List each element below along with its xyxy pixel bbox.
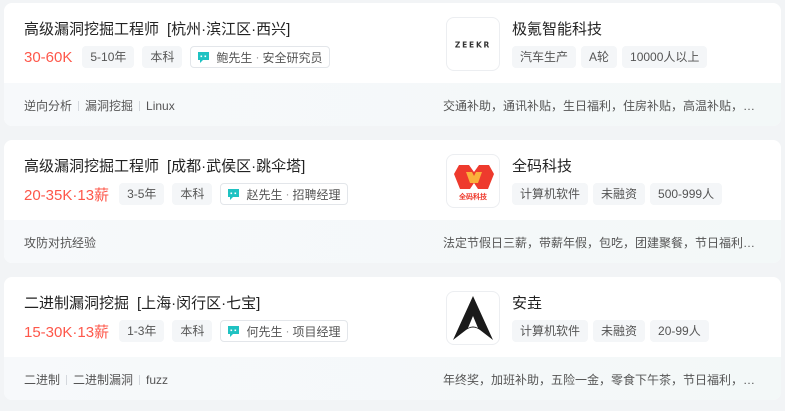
experience-tag: 3-5年 xyxy=(119,183,165,205)
job-area: [上海·闵行区·七宝] xyxy=(137,295,261,312)
boss-separator: · xyxy=(255,50,260,64)
experience-tag: 1-3年 xyxy=(119,320,165,342)
skill-tag: fuzz xyxy=(146,373,169,387)
boss-info[interactable]: 赵先生 · 招聘经理 xyxy=(220,183,349,205)
salary: 15-30K·13薪 xyxy=(24,323,110,341)
job-card-header: 二进制漏洞挖掘 [上海·闵行区·七宝] 15-30K·13薪 1-3年 本科 何先… xyxy=(4,277,781,357)
job-card-footer: 逆向分析 漏洞挖掘 Linux 交通补助，通讯补贴，生日福利，住房补贴，高温补贴，五… xyxy=(4,83,781,126)
degree-tag: 本科 xyxy=(142,46,183,68)
company-industry-tag: 汽车生产 xyxy=(512,46,577,68)
job-card-header: 高级漏洞挖掘工程师 [成都·武侯区·跳伞塔] 20-35K·13薪 3-5年 本科… xyxy=(4,140,781,220)
job-card[interactable]: 高级漏洞挖掘工程师 [杭州·滨江区·西兴] 30-60K 5-10年 本科 鲍先生… xyxy=(4,3,781,126)
skill-tag: 二进制 xyxy=(24,373,61,387)
skill-tag: Linux xyxy=(146,99,175,113)
svg-text:全码科技: 全码科技 xyxy=(458,192,488,201)
company-name[interactable]: 安垚 xyxy=(512,292,542,313)
welfare-text: 法定节假日三薪，带薪年假，包吃，团建聚餐，节日福利，定期体检 xyxy=(443,236,765,250)
company-logo[interactable]: ZEEKR xyxy=(446,17,500,71)
job-title[interactable]: 二进制漏洞挖掘 xyxy=(24,295,129,312)
job-title-row[interactable]: 高级漏洞挖掘工程师 [成都·武侯区·跳伞塔] xyxy=(24,155,305,176)
boss-name: 赵先生 xyxy=(246,187,283,202)
company-name[interactable]: 全码科技 xyxy=(512,155,572,176)
divider xyxy=(139,375,141,385)
degree-tag: 本科 xyxy=(172,183,213,205)
skill-tags: 二进制 二进制漏洞 fuzz xyxy=(24,371,168,388)
company-logo[interactable] xyxy=(446,291,500,345)
boss-name: 鲍先生 xyxy=(216,50,253,65)
job-info-row: 30-60K 5-10年 本科 鲍先生 · 安全研究员 xyxy=(24,46,331,68)
company-size-tag: 10000人以上 xyxy=(622,46,708,68)
job-info-row: 20-35K·13薪 3-5年 本科 赵先生 · 招聘经理 xyxy=(24,183,349,205)
job-card[interactable]: 二进制漏洞挖掘 [上海·闵行区·七宝] 15-30K·13薪 1-3年 本科 何先… xyxy=(4,277,781,400)
company-logo[interactable]: 全码科技 xyxy=(446,154,500,208)
job-card-footer: 二进制 二进制漏洞 fuzz 年终奖，加班补助，五险一金，零食下午茶，节日福利，带薪… xyxy=(4,357,781,400)
boss-separator: · xyxy=(285,187,290,201)
skill-tags: 逆向分析 漏洞挖掘 Linux xyxy=(24,97,175,114)
skill-tag: 逆向分析 xyxy=(24,99,73,113)
zeekr-logo-icon: ZEEKR xyxy=(455,39,491,50)
job-area: [成都·武侯区·跳伞塔] xyxy=(167,158,306,175)
boss-title: 招聘经理 xyxy=(292,187,341,202)
job-title[interactable]: 高级漏洞挖掘工程师 xyxy=(24,158,159,175)
job-list: 高级漏洞挖掘工程师 [杭州·滨江区·西兴] 30-60K 5-10年 本科 鲍先生… xyxy=(0,0,785,411)
boss-separator: · xyxy=(285,324,290,338)
chat-bubble-icon xyxy=(228,188,240,200)
job-info-row: 15-30K·13薪 1-3年 本科 何先生 · 项目经理 xyxy=(24,320,349,342)
skill-tag: 二进制漏洞 xyxy=(73,373,134,387)
divider xyxy=(78,101,80,111)
divider xyxy=(66,375,68,385)
boss-title: 安全研究员 xyxy=(262,50,323,65)
job-title-row[interactable]: 高级漏洞挖掘工程师 [杭州·滨江区·西兴] xyxy=(24,18,290,39)
chat-bubble-icon xyxy=(198,51,210,63)
skill-tag: 攻防对抗经验 xyxy=(24,236,97,250)
divider xyxy=(139,101,141,111)
job-card-footer: 攻防对抗经验 法定节假日三薪，带薪年假，包吃，团建聚餐，节日福利，定期体检 xyxy=(4,220,781,263)
anyao-logo-icon xyxy=(453,296,493,340)
company-tags: 汽车生产 A轮 10000人以上 xyxy=(512,46,712,68)
company-tags: 计算机软件 未融资 500-999人 xyxy=(512,183,727,205)
chat-bubble-icon xyxy=(228,325,240,337)
skill-tag: 漏洞挖掘 xyxy=(85,99,134,113)
boss-title: 项目经理 xyxy=(292,324,341,339)
company-tags: 计算机软件 未融资 20-99人 xyxy=(512,320,714,342)
company-funding-tag: 未融资 xyxy=(593,183,646,205)
welfare-text: 交通补助，通讯补贴，生日福利，住房补贴，高温补贴，五险一金 xyxy=(443,99,765,113)
job-area: [杭州·滨江区·西兴] xyxy=(167,21,291,38)
company-size-tag: 20-99人 xyxy=(650,320,709,342)
boss-info[interactable]: 鲍先生 · 安全研究员 xyxy=(190,46,331,68)
company-name[interactable]: 极氪智能科技 xyxy=(512,18,602,39)
company-funding-tag: A轮 xyxy=(581,46,618,68)
job-title[interactable]: 高级漏洞挖掘工程师 xyxy=(24,21,159,38)
company-industry-tag: 计算机软件 xyxy=(512,320,589,342)
experience-tag: 5-10年 xyxy=(82,46,135,68)
boss-info[interactable]: 何先生 · 项目经理 xyxy=(220,320,349,342)
quanma-logo-icon: 全码科技 xyxy=(454,165,494,201)
salary: 20-35K·13薪 xyxy=(24,186,110,204)
svg-text:ZEEKR: ZEEKR xyxy=(455,41,491,50)
job-card[interactable]: 高级漏洞挖掘工程师 [成都·武侯区·跳伞塔] 20-35K·13薪 3-5年 本科… xyxy=(4,140,781,263)
company-funding-tag: 未融资 xyxy=(593,320,646,342)
salary: 30-60K xyxy=(24,48,73,66)
boss-name: 何先生 xyxy=(246,324,283,339)
company-industry-tag: 计算机软件 xyxy=(512,183,589,205)
skill-tags: 攻防对抗经验 xyxy=(24,234,96,251)
company-size-tag: 500-999人 xyxy=(650,183,723,205)
degree-tag: 本科 xyxy=(172,320,213,342)
welfare-text: 年终奖，加班补助，五险一金，零食下午茶，节日福利，带薪年假 xyxy=(443,373,765,387)
job-card-header: 高级漏洞挖掘工程师 [杭州·滨江区·西兴] 30-60K 5-10年 本科 鲍先生… xyxy=(4,3,781,83)
job-title-row[interactable]: 二进制漏洞挖掘 [上海·闵行区·七宝] xyxy=(24,292,260,313)
